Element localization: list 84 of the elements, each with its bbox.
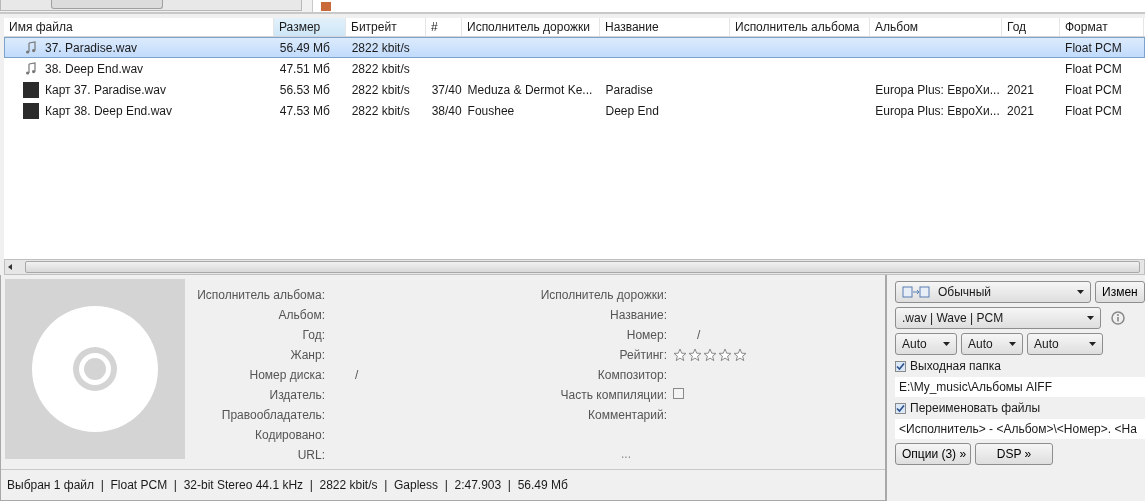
checkbox[interactable] [895,402,906,414]
options-button[interactable]: Опции (3) » [895,443,971,465]
table-cell-text: 2822 kbit/s [350,61,411,76]
table-cell-text: Meduza & Dermot Ke... [466,82,594,97]
star-icon [733,348,747,362]
table-cell: 37. Paradise.wav [45,40,138,55]
file-row[interactable]: Карт 38. Deep End.wav 47.53 Мб 2822 kbit/s 38/40 Foushee Deep End Europa Plus: ЕвроХи... 2021 Float PCM [4,100,1145,121]
table-cell-text: 37/40 [430,82,463,97]
caret-icon [1077,290,1084,294]
table-cell-text: 2822 kbit/s [350,103,411,118]
table-cell-text: 47.53 Мб [278,103,331,118]
field-label: Рейтинг: [618,348,667,362]
caret-icon [1009,342,1016,346]
auto-dropdown[interactable]: Auto [895,333,957,355]
file-row[interactable]: 37. Paradise.wav 56.49 Мб 2822 kbit/s Float PCM [4,37,1145,58]
cover-thumbnail [23,102,39,119]
field-label: Правообладатель: [220,408,325,422]
checkbox-label: Переименовать файлы [910,401,1041,415]
table-cell-text: 2021 [1006,103,1035,118]
mode-dropdown[interactable]: Обычный [895,281,1091,303]
rating-stars[interactable] [673,348,747,362]
auto-dropdown[interactable]: Auto [1027,333,1103,355]
checkbox[interactable] [673,388,684,399]
table-cell-text: Float PCM [1064,82,1123,97]
dsp-button[interactable]: DSP » [975,443,1053,465]
table-cell-text: Foushee [466,103,516,118]
star-icon [688,348,702,362]
music-note-icon [23,39,39,56]
table-cell: Карт 37. Paradise.wav [45,82,166,97]
field-label: Жанр: [289,348,325,362]
table-cell-text: Europa Plus: ЕвроХи... [874,103,1001,118]
convert-icon [902,286,930,298]
caret-icon [1087,316,1094,320]
table-cell-text: 2822 kbit/s [350,40,411,55]
field-label: Название: [609,308,667,322]
table-cell-text: Deep End [604,103,660,118]
format-dropdown[interactable]: .wav | Wave | PCM [895,307,1101,329]
table-cell-text: 56.49 Мб [278,40,331,55]
field-label: Издатель: [268,388,325,402]
caret-icon [1089,342,1096,346]
table-cell: 38. Deep End.wav [45,61,144,76]
file-row[interactable]: Карт 37. Paradise.wav 56.53 Мб 2822 kbit/s 37/40 Meduza & Dermot Ke... Paradise Europa Plus: ЕвроХи... 2021 Float PCM [4,79,1145,100]
table-cell-text: 47.51 Мб [278,61,331,76]
field-label: Кодировано: [254,428,325,442]
input-field[interactable]: E:\My_music\Альбомы AIFF [895,377,1145,397]
star-icon [673,348,687,362]
field-label: Год: [301,328,325,342]
table-cell-text: Float PCM [1064,61,1123,76]
star-icon [718,348,732,362]
file-icon [321,2,331,11]
field-label: Исполнитель альбома: [196,288,325,302]
table-cell-text: Float PCM [1064,103,1123,118]
field-label: Композитор: [596,368,667,382]
star-icon [703,348,717,362]
table-cell-text: 38/40 [430,103,463,118]
scrollbar[interactable] [0,0,302,11]
column-header[interactable]: Размер [274,18,346,36]
status-bar: Выбран 1 файл | Float PCM | 32-bit Stereo 44.1 kHz | 2822 kbit/s | Gapless | 2:47.903 | 56.49 Мб [1,469,885,500]
field-label: Альбом: [277,308,325,322]
file-row[interactable]: 38. Deep End.wav 47.51 Мб 2822 kbit/s Float PCM [4,58,1145,79]
field-label: Номер диска: [248,368,325,382]
table-cell-text: 2822 kbit/s [350,82,411,97]
auto-dropdown[interactable]: Auto [961,333,1023,355]
checkbox-label: Выходная папка [910,359,1001,373]
music-note-icon [23,60,39,77]
field-label: Комментарий: [587,408,667,422]
table-cell-text: Float PCM [1064,40,1123,55]
table-cell-text: 56.53 Мб [278,82,331,97]
change-button[interactable]: Измен [1095,281,1145,303]
field-value: / [354,368,360,382]
field-label: Исполнитель дорожки: [539,288,667,302]
checkbox[interactable] [895,360,906,372]
field-label: Номер: [625,328,667,342]
info-icon[interactable] [1111,311,1125,325]
table-cell-text: 2021 [1006,82,1035,97]
table-cell-text: Paradise [604,82,654,97]
field-label: URL: [296,448,325,462]
cover-thumbnail [23,81,39,98]
field-value: / [696,328,702,342]
table-cell: Карт 38. Deep End.wav [45,103,172,118]
input-field[interactable]: <Исполнитель> - <Альбом>\<Номер>. <На [895,419,1145,439]
field-label: Часть компиляции: [559,388,667,402]
table-cell-text: Europa Plus: ЕвроХи... [874,82,1001,97]
caret-icon [943,342,950,346]
